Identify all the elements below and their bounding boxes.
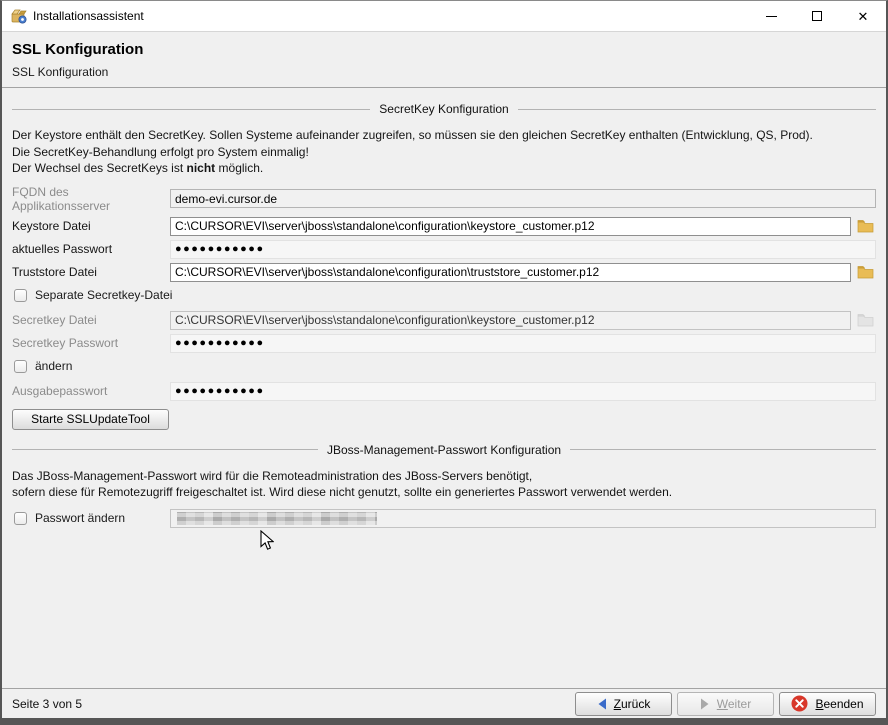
jboss-section-title: JBoss-Management-Passwort Konfiguration [318, 443, 570, 457]
keystore-browse-button[interactable] [854, 217, 876, 236]
back-button[interactable]: Zurück [575, 692, 672, 716]
jboss-password-row: Passwort ändern [12, 509, 876, 528]
truststore-browse-button[interactable] [854, 263, 876, 282]
mouse-cursor-icon [260, 530, 274, 551]
fqdn-row: FQDN des Applikationsserver demo-evi.cur… [12, 185, 876, 213]
next-arrow-icon [700, 698, 710, 710]
truststore-row: Truststore Datei C:\CURSOR\EVI\server\jb… [12, 263, 876, 282]
secretkey-desc-line2: Die SecretKey-Behandlung erfolgt pro Sys… [12, 144, 876, 161]
start-ssl-update-tool-button[interactable]: Starte SSLUpdateTool [12, 409, 169, 430]
secretkey-browse-button [854, 311, 876, 330]
footer: Seite 3 von 5 Zurück Weiter Beenden [2, 688, 886, 718]
secretkey-desc-line3: Der Wechsel des SecretKeys ist nicht mög… [12, 160, 876, 177]
page-header: SSL Konfiguration SSL Konfiguration [2, 32, 886, 88]
secretkey-form: FQDN des Applikationsserver demo-evi.cur… [12, 185, 876, 430]
keystore-label: Keystore Datei [12, 219, 170, 233]
back-arrow-icon [597, 698, 607, 710]
secretkey-section-separator: SecretKey Konfiguration [12, 102, 876, 116]
jboss-password-change-label: Passwort ändern [35, 511, 125, 525]
current-password-row: aktuelles Passwort ●●●●●●●●●●● [12, 240, 876, 259]
maximize-icon [812, 11, 822, 21]
maximize-button[interactable] [794, 1, 840, 31]
secretkey-section-title: SecretKey Konfiguration [370, 102, 517, 116]
output-password-input: ●●●●●●●●●●● [170, 382, 876, 401]
secretkey-file-input: C:\CURSOR\EVI\server\jboss\standalone\co… [170, 311, 851, 330]
jboss-description: Das JBoss-Management-Passwort wird für d… [12, 468, 876, 501]
secretkey-file-row: Secretkey Datei C:\CURSOR\EVI\server\jbo… [12, 311, 876, 330]
jboss-desc-line2: sofern diese für Remotezugriff freigesch… [12, 484, 876, 501]
fqdn-input[interactable]: demo-evi.cursor.de [170, 189, 876, 208]
quit-icon [791, 695, 808, 712]
output-password-row: Ausgabepasswort ●●●●●●●●●●● [12, 382, 876, 401]
truststore-input[interactable]: C:\CURSOR\EVI\server\jboss\standalone\co… [170, 263, 851, 282]
secretkey-password-label: Secretkey Passwort [12, 336, 170, 350]
jboss-password-change-checkbox[interactable] [14, 512, 27, 525]
redacted-password-blur [177, 512, 377, 525]
page-indicator: Seite 3 von 5 [12, 697, 82, 711]
close-button[interactable]: ✕ [840, 1, 886, 31]
secretkey-desc-line1: Der Keystore enthält den SecretKey. Soll… [12, 127, 876, 144]
page-title: SSL Konfiguration [12, 41, 876, 58]
quit-button[interactable]: Beenden [779, 692, 876, 716]
close-icon: ✕ [858, 10, 869, 23]
folder-icon [857, 219, 874, 233]
folder-icon-disabled [857, 313, 874, 327]
minimize-button[interactable] [748, 1, 794, 31]
fqdn-label: FQDN des Applikationsserver [12, 185, 170, 213]
content-area: SecretKey Konfiguration Der Keystore ent… [2, 88, 886, 688]
change-checkbox[interactable] [14, 360, 27, 373]
app-icon [11, 8, 27, 24]
secretkey-description: Der Keystore enthält den SecretKey. Soll… [12, 127, 876, 177]
secretkey-file-label: Secretkey Datei [12, 313, 170, 327]
output-password-label: Ausgabepasswort [12, 384, 170, 398]
change-label: ändern [35, 359, 72, 373]
current-password-label: aktuelles Passwort [12, 242, 170, 256]
truststore-label: Truststore Datei [12, 265, 170, 279]
folder-icon [857, 265, 874, 279]
separate-secretkey-row: Separate Secretkey-Datei [12, 286, 876, 305]
window-title: Installationsassistent [33, 9, 144, 23]
page-subtitle: SSL Konfiguration [12, 65, 876, 79]
secretkey-password-input: ●●●●●●●●●●● [170, 334, 876, 353]
jboss-desc-line1: Das JBoss-Management-Passwort wird für d… [12, 468, 876, 485]
keystore-row: Keystore Datei C:\CURSOR\EVI\server\jbos… [12, 217, 876, 236]
installer-window: Installationsassistent ✕ SSL Konfigurati… [0, 0, 888, 725]
titlebar: Installationsassistent ✕ [2, 1, 886, 32]
separate-secretkey-label: Separate Secretkey-Datei [35, 288, 172, 302]
secretkey-password-row: Secretkey Passwort ●●●●●●●●●●● [12, 334, 876, 353]
jboss-password-input [170, 509, 876, 528]
keystore-input[interactable]: C:\CURSOR\EVI\server\jboss\standalone\co… [170, 217, 851, 236]
current-password-input[interactable]: ●●●●●●●●●●● [170, 240, 876, 259]
separate-secretkey-checkbox[interactable] [14, 289, 27, 302]
jboss-section-separator: JBoss-Management-Passwort Konfiguration [12, 443, 876, 457]
next-button: Weiter [677, 692, 774, 716]
change-row: ändern [12, 357, 876, 376]
minimize-icon [766, 16, 777, 17]
